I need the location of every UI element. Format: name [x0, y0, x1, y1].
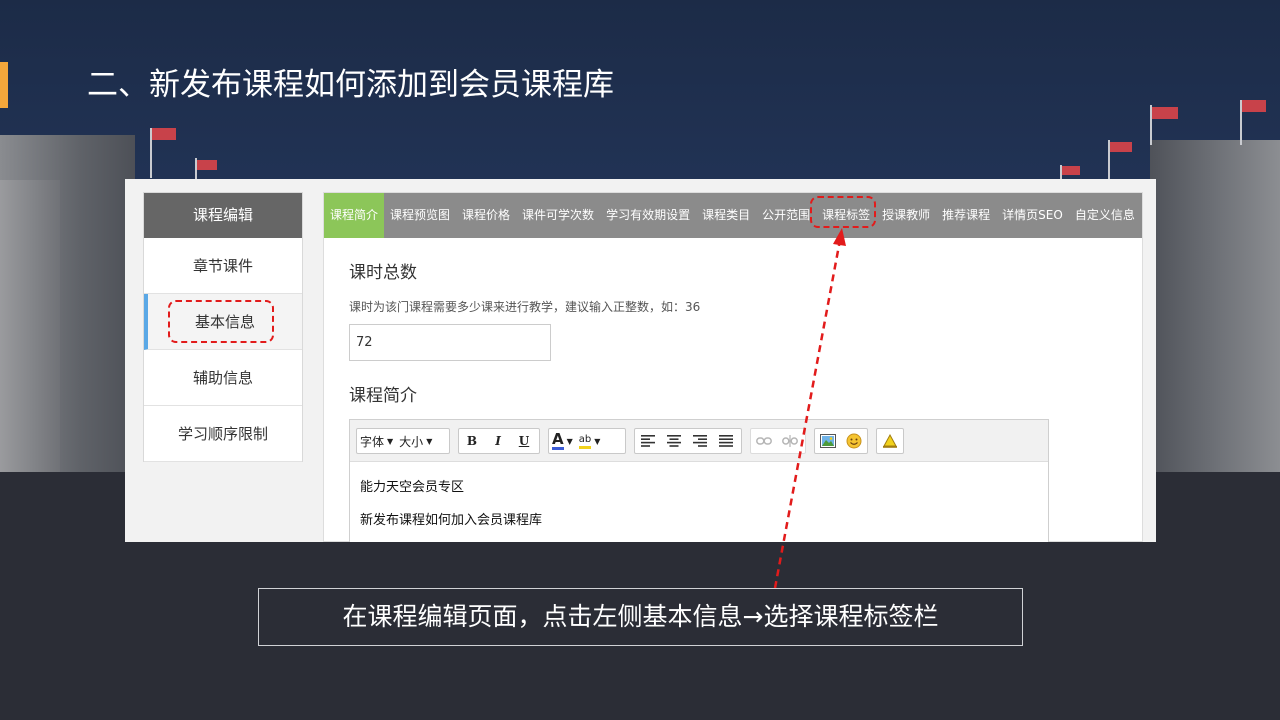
- insert-image-icon[interactable]: [815, 429, 841, 453]
- font-label: 字体: [360, 434, 385, 449]
- editor-line: 新发布课程如何加入会员课程库: [360, 513, 543, 528]
- align-justify-icon[interactable]: [713, 429, 739, 453]
- hours-title: 课时总数: [349, 263, 417, 283]
- underline-button[interactable]: U: [511, 429, 537, 453]
- tab-price[interactable]: 课程价格: [456, 193, 516, 238]
- course-tags-highlight: [810, 196, 876, 228]
- font-size-select[interactable]: 大小 ▼: [396, 429, 435, 453]
- tab-recommended[interactable]: 推荐课程: [936, 193, 996, 238]
- highlight-icon: ab: [578, 434, 592, 449]
- sidebar-item-label: 章节课件: [192, 257, 253, 275]
- insert-controls: [814, 428, 868, 454]
- tab-teachers[interactable]: 授课教师: [876, 193, 936, 238]
- intro-title: 课程简介: [349, 386, 417, 406]
- size-label: 大小: [399, 434, 424, 449]
- building-left-near: [0, 180, 60, 472]
- sidebar-item-learning-order[interactable]: 学习顺序限制: [144, 406, 302, 462]
- basic-info-main: 课程简介 课程预览图 课程价格 课件可学次数 学习有效期设置 课程类目 公开范围…: [323, 192, 1143, 542]
- slide-title: 二、新发布课程如何添加到会员课程库: [87, 67, 614, 103]
- basic-info-highlight: [168, 300, 274, 343]
- emoji-icon[interactable]: [841, 429, 867, 453]
- flag-icon: [1110, 142, 1132, 152]
- text-style-controls: B I U: [458, 428, 540, 454]
- title-accent-bar: [0, 62, 8, 108]
- caret-down-icon: ▼: [426, 436, 433, 446]
- caret-down-icon: ▼: [594, 436, 601, 446]
- flag-icon: [197, 160, 217, 170]
- font-controls: 字体 ▼ 大小 ▼: [356, 428, 450, 454]
- sidebar-item-aux-info[interactable]: 辅助信息: [144, 350, 302, 406]
- sidebar-item-label: 辅助信息: [192, 369, 253, 387]
- unlink-icon[interactable]: [777, 429, 803, 453]
- tab-seo[interactable]: 详情页SEO: [996, 193, 1069, 238]
- flag-icon: [152, 128, 176, 140]
- clear-format-icon[interactable]: [877, 429, 903, 453]
- caret-down-icon: ▼: [387, 436, 394, 446]
- bold-button[interactable]: B: [459, 429, 485, 453]
- flag-icon: [1242, 100, 1266, 112]
- sidebar-item-label: 学习顺序限制: [177, 425, 268, 443]
- tab-preview-image[interactable]: 课程预览图: [384, 193, 456, 238]
- hours-input[interactable]: [349, 324, 551, 361]
- screenshot-panel: 课程编辑 章节课件 基本信息 辅助信息 学习顺序限制 课程简介 课程预览图 课程…: [125, 179, 1156, 542]
- font-color-button[interactable]: A ▼: [549, 429, 576, 453]
- tab-category[interactable]: 课程类目: [696, 193, 756, 238]
- editor-line: 能力天空会员专区: [360, 480, 465, 495]
- flag-icon: [1062, 166, 1080, 175]
- flag-icon: [1152, 107, 1178, 119]
- building-right: [1150, 140, 1280, 472]
- clear-format-controls: [876, 428, 904, 454]
- caret-down-icon: ▼: [566, 436, 573, 446]
- hours-hint: 课时为该门课程需要多少课来进行教学，建议输入正整数，如：36: [349, 300, 701, 314]
- sidebar-item-chapters[interactable]: 章节课件: [144, 238, 302, 294]
- color-controls: A ▼ ab ▼: [548, 428, 626, 454]
- align-right-icon[interactable]: [687, 429, 713, 453]
- align-center-icon[interactable]: [661, 429, 687, 453]
- align-controls: [634, 428, 742, 454]
- tab-visibility[interactable]: 公开范围: [756, 193, 816, 238]
- align-left-icon[interactable]: [635, 429, 661, 453]
- tab-custom-info[interactable]: 自定义信息: [1069, 193, 1141, 238]
- link-controls: [750, 428, 806, 454]
- font-color-icon: A: [552, 430, 564, 450]
- basic-info-tabs: 课程简介 课程预览图 课程价格 课件可学次数 学习有效期设置 课程类目 公开范围…: [324, 193, 1142, 238]
- sidebar-header: 课程编辑: [144, 193, 302, 238]
- tab-validity[interactable]: 学习有效期设置: [600, 193, 696, 238]
- link-icon[interactable]: [751, 429, 777, 453]
- rich-text-editor: 字体 ▼ 大小 ▼ B I U A ▼ ab ▼ 能力天空会员专区 新发布课程如…: [349, 419, 1049, 542]
- highlight-color-button[interactable]: ab ▼: [576, 429, 604, 453]
- instruction-caption: 在课程编辑页面，点击左侧基本信息→选择课程标签栏: [258, 588, 1023, 646]
- font-family-select[interactable]: 字体 ▼: [357, 429, 396, 453]
- italic-button[interactable]: I: [485, 429, 511, 453]
- tab-course-intro[interactable]: 课程简介: [324, 193, 385, 238]
- tab-view-count[interactable]: 课件可学次数: [516, 193, 600, 238]
- editor-content[interactable]: 能力天空会员专区 新发布课程如何加入会员课程库: [350, 462, 1048, 542]
- editor-toolbar: 字体 ▼ 大小 ▼ B I U A ▼ ab ▼: [350, 420, 1048, 462]
